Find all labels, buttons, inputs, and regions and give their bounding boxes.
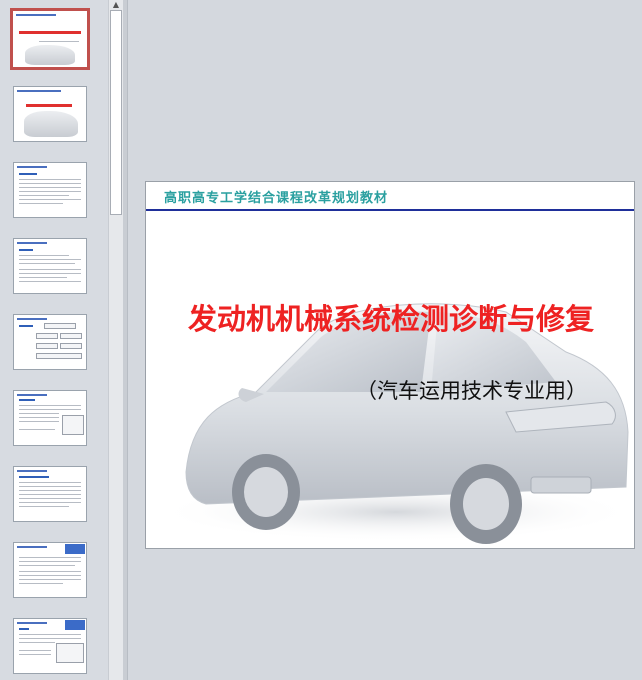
thumbnail-scrollbar[interactable]: ▲ [108,0,123,680]
slide-thumbnail-5[interactable] [13,314,87,370]
scrollbar-thumb[interactable] [110,10,122,215]
pane-splitter[interactable] [123,0,128,680]
slide-thumbnail-9[interactable] [13,618,87,674]
slide-subtitle[interactable]: （汽车运用技术专业用） [356,375,587,405]
triangle-up-icon[interactable]: ▲ [110,0,122,10]
header-rule [146,209,634,211]
slide-thumbnail-6[interactable] [13,390,87,446]
slide-thumbnail-7[interactable] [13,466,87,522]
slide-thumbnail-2[interactable] [13,86,87,142]
slide-thumbnail-3[interactable] [13,162,87,218]
slide-thumbnail-1[interactable] [10,8,90,70]
slide-thumbnail-8[interactable] [13,542,87,598]
slide-canvas[interactable]: 高职高专工学结合课程改革规划教材 发动机机械系统检测诊断与修复 （汽车运用技术专… [145,181,635,549]
slide-thumbnail-4[interactable] [13,238,87,294]
slide-title[interactable]: 发动机机械系统检测诊断与修复 [146,296,634,338]
slide-thumbnail-pane[interactable] [0,0,108,680]
slide-header-text[interactable]: 高职高专工学结合课程改革规划教材 [164,187,388,206]
